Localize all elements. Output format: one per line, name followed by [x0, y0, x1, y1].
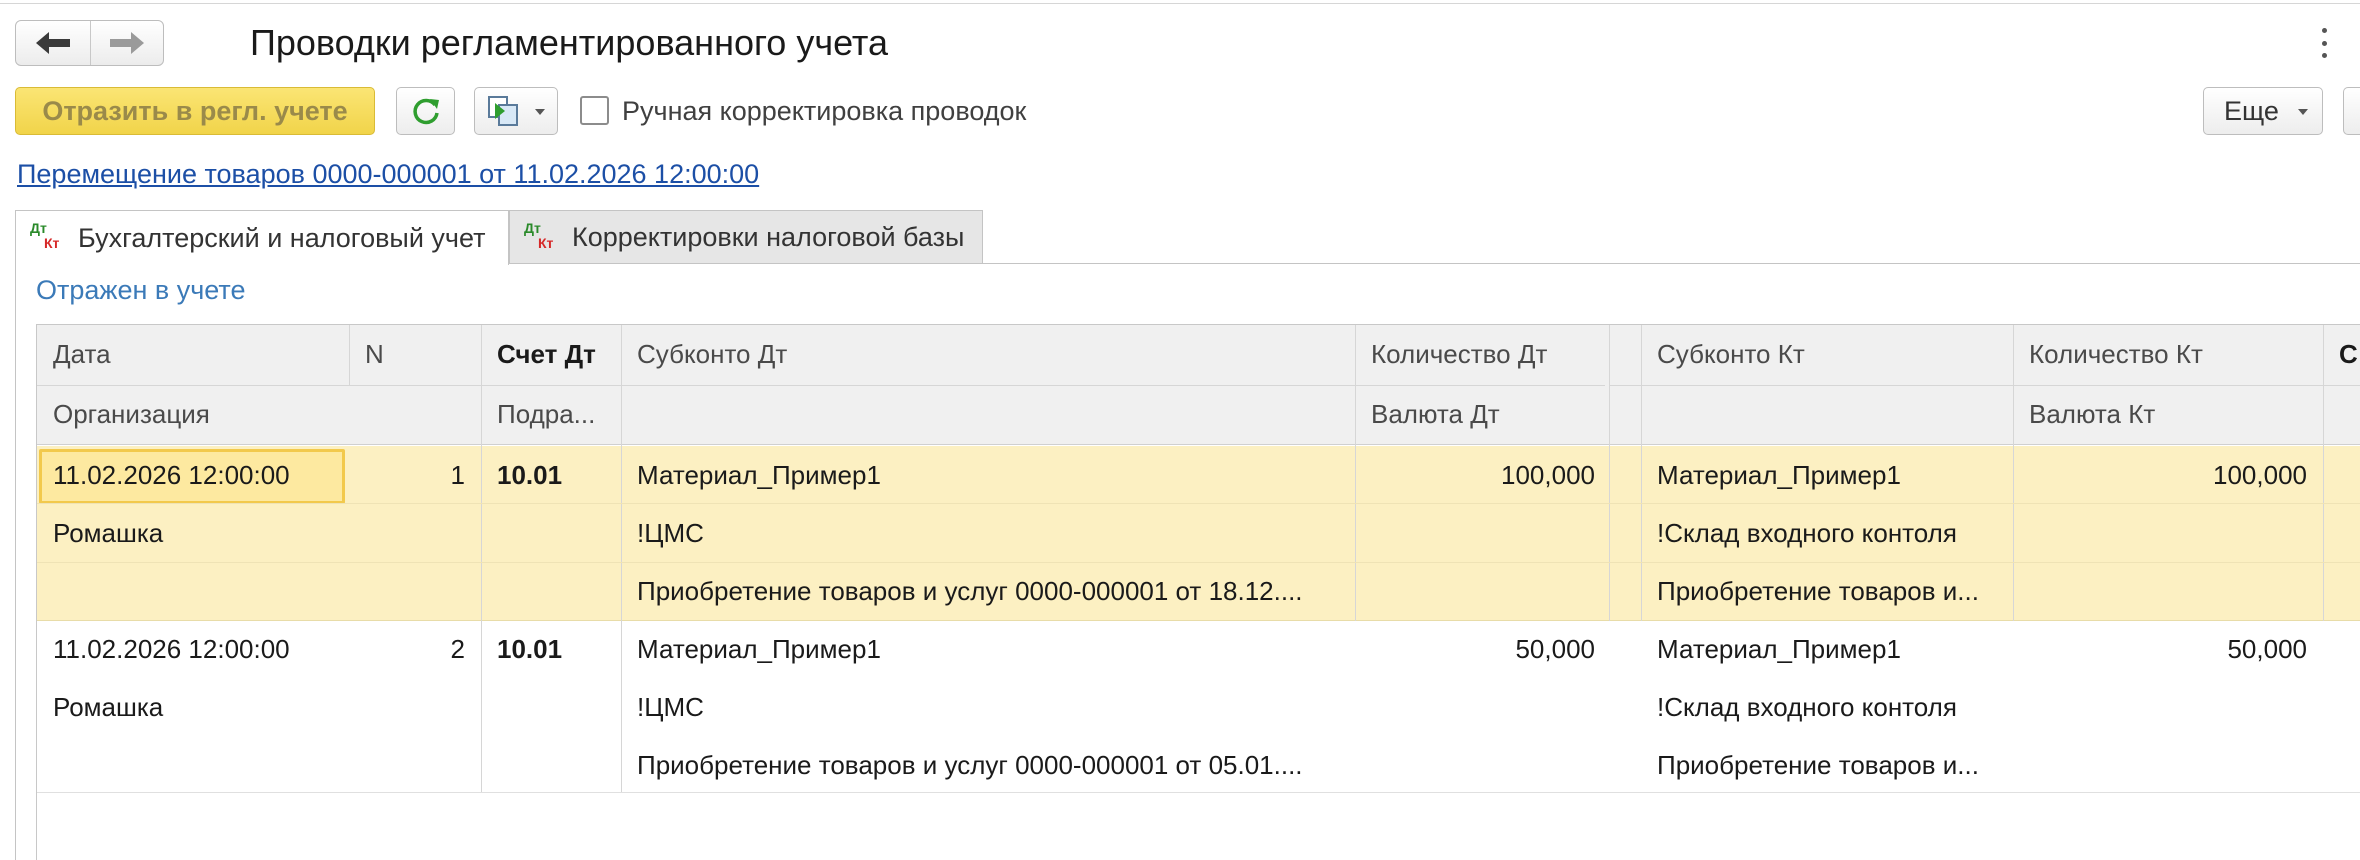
- back-button[interactable]: [16, 21, 90, 65]
- cell-subconto-kt-3[interactable]: Приобретение товаров и...: [1657, 576, 2007, 606]
- cell-subconto-dt-3[interactable]: Приобретение товаров и услуг 0000-000001…: [637, 576, 1347, 606]
- cell-date[interactable]: 11.02.2026 12:00:00: [53, 634, 338, 664]
- header-subconto-kt[interactable]: Субконто Кт: [1657, 339, 1997, 369]
- chevron-down-icon: [535, 109, 545, 115]
- cell-subconto-kt-2[interactable]: !Склад входного контоля: [1657, 692, 1997, 722]
- header-currency-dt[interactable]: Валюта Дт: [1371, 399, 1601, 429]
- page-title: Проводки регламентированного учета: [250, 22, 889, 63]
- forward-button[interactable]: [89, 21, 164, 65]
- post-in-accounting-button[interactable]: Отразить в регл. учете: [15, 87, 375, 135]
- cell-subconto-dt-2[interactable]: !ЦМС: [637, 692, 1337, 722]
- refresh-icon: [412, 98, 439, 125]
- cell-n[interactable]: 1: [365, 460, 465, 490]
- cell-subconto-dt-1[interactable]: Материал_Пример1: [637, 634, 1337, 664]
- header-subconto-dt[interactable]: Субконто Дт: [637, 339, 1337, 369]
- cell-subconto-kt-1[interactable]: Материал_Пример1: [1657, 460, 1997, 490]
- header-divider: [37, 385, 1605, 386]
- cell-n[interactable]: 2: [365, 634, 465, 664]
- dt-kt-icon: Дт Кт: [30, 220, 60, 251]
- header-currency-kt[interactable]: Валюта Кт: [2029, 399, 2309, 429]
- column-divider: [1609, 325, 1610, 621]
- cell-qty-dt[interactable]: 100,000: [1371, 460, 1595, 490]
- document-link[interactable]: Перемещение товаров 0000-000001 от 11.02…: [17, 159, 759, 190]
- column-divider: [349, 325, 350, 385]
- cell-qty-kt[interactable]: 50,000: [2029, 634, 2307, 664]
- header-n[interactable]: N: [365, 339, 465, 369]
- arrow-right-icon: [109, 32, 144, 54]
- tab-accounting-and-tax[interactable]: Дт Кт Бухгалтерский и налоговый учет: [15, 210, 509, 265]
- header-account-dt[interactable]: Счет Дт: [497, 339, 617, 369]
- more-button[interactable]: Еще: [2203, 87, 2323, 135]
- manual-correction-label: Ручная корректировка проводок: [622, 96, 1027, 126]
- header-qty-kt[interactable]: Количество Кт: [2029, 339, 2309, 369]
- tab-label: Бухгалтерский и налоговый учет: [78, 222, 486, 253]
- column-divider: [621, 325, 622, 792]
- cell-subconto-kt-1[interactable]: Материал_Пример1: [1657, 634, 1997, 664]
- cell-account-dt[interactable]: 10.01: [497, 634, 617, 664]
- cell-organization[interactable]: Ромашка: [53, 692, 338, 722]
- report-structure-icon: [488, 96, 518, 126]
- row-subdivider: [37, 503, 2360, 504]
- cell-qty-kt[interactable]: 100,000: [2029, 460, 2307, 490]
- cell-subconto-kt-3[interactable]: Приобретение товаров и...: [1657, 750, 2007, 780]
- header-divider: [1610, 385, 2360, 386]
- report-structure-button[interactable]: [474, 87, 558, 135]
- more-button-label: Еще: [2224, 95, 2279, 126]
- navigation-group: [15, 20, 164, 66]
- column-divider: [2323, 325, 2324, 621]
- column-divider: [481, 325, 482, 792]
- app-window: Проводки регламентированного учета Отраз…: [0, 0, 2360, 860]
- header-qty-dt[interactable]: Количество Дт: [1371, 339, 1601, 369]
- panel-border: [15, 263, 16, 860]
- cell-qty-dt[interactable]: 50,000: [1371, 634, 1595, 664]
- cell-subconto-dt-3[interactable]: Приобретение товаров и услуг 0000-000001…: [637, 750, 1347, 780]
- dt-kt-icon: Дт Кт: [524, 219, 554, 251]
- vertical-dots-icon[interactable]: [2316, 28, 2332, 58]
- status-text: Отражен в учете: [36, 275, 246, 305]
- cell-subconto-dt-2[interactable]: !ЦМС: [637, 518, 1337, 548]
- column-divider: [1355, 325, 1356, 621]
- header-cut-column[interactable]: С: [2339, 339, 2360, 369]
- cell-subconto-kt-2[interactable]: !Склад входного контоля: [1657, 518, 1997, 548]
- cell-organization[interactable]: Ромашка: [53, 518, 338, 548]
- refresh-button[interactable]: [396, 87, 455, 135]
- row-subdivider: [37, 562, 2360, 563]
- cell-account-dt[interactable]: 10.01: [497, 460, 617, 490]
- tab-tax-base-corrections[interactable]: Дт Кт Корректировки налоговой базы: [509, 210, 983, 264]
- tab-label: Корректировки налоговой базы: [572, 222, 965, 252]
- header-division[interactable]: Подра...: [497, 399, 619, 429]
- cell-subconto-dt-1[interactable]: Материал_Пример1: [637, 460, 1337, 490]
- column-divider: [1641, 325, 1642, 621]
- row-divider: [37, 792, 2360, 793]
- column-divider: [2013, 325, 2014, 621]
- entries-table[interactable]: Дата N Счет Дт Субконто Дт Количество Дт…: [36, 324, 2360, 860]
- header-organization[interactable]: Организация: [53, 399, 343, 429]
- chevron-down-icon: [2298, 109, 2308, 115]
- help-button[interactable]: [2343, 87, 2360, 135]
- arrow-left-icon: [35, 32, 70, 54]
- top-divider: [0, 0, 2360, 4]
- manual-correction-checkbox[interactable]: [580, 96, 609, 125]
- header-date[interactable]: Дата: [53, 339, 333, 369]
- cell-date[interactable]: 11.02.2026 12:00:00: [53, 460, 338, 490]
